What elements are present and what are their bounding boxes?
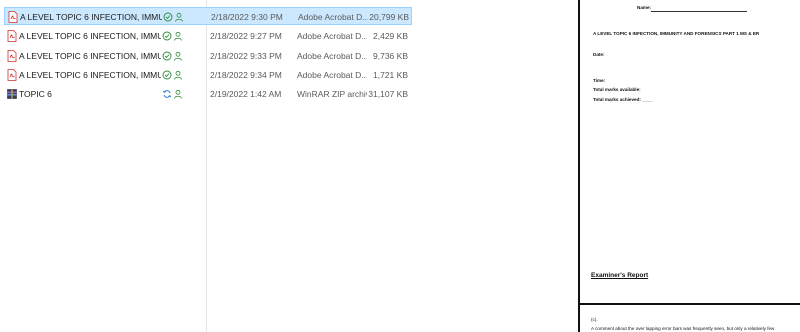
file-row[interactable]: A LEVEL TOPIC 6 INFECTION, IMMUNITY ... … xyxy=(4,7,412,25)
sync-status xyxy=(160,66,190,84)
file-name: A LEVEL TOPIC 6 INFECTION, IMMUNITY ... xyxy=(19,51,161,61)
shared-person-icon xyxy=(174,31,182,41)
date-label: Date: xyxy=(593,52,605,57)
examiners-report-heading: Examiner's Report xyxy=(591,272,649,279)
file-name: A LEVEL TOPIC 6 INFECTION, IMMUNITY ... xyxy=(19,31,161,41)
file-size: 31,107 KB xyxy=(368,89,408,99)
file-row[interactable]: TOPIC 6 2/19/2022 1:42 AM WinRAR ZIP arc… xyxy=(4,85,412,103)
date-modified: 2/18/2022 9:33 PM xyxy=(210,51,282,61)
sync-status xyxy=(160,27,190,45)
pdf-file-icon xyxy=(7,50,17,62)
date-modified: 2/18/2022 9:34 PM xyxy=(210,70,282,80)
sync-status xyxy=(161,8,191,26)
shared-person-icon xyxy=(174,70,182,80)
document-title: A LEVEL TOPIC 6 INFECTION, IMMUNITY AND … xyxy=(593,31,760,36)
file-name: A LEVEL TOPIC 6 INFECTION, IMMUNITY ... xyxy=(20,12,162,22)
time-label: Time: xyxy=(593,78,606,83)
file-row[interactable]: A LEVEL TOPIC 6 INFECTION, IMMUNITY ... … xyxy=(4,27,412,45)
file-name: TOPIC 6 xyxy=(19,89,52,99)
shared-person-icon xyxy=(175,12,183,22)
file-list: A LEVEL TOPIC 6 INFECTION, IMMUNITY ... … xyxy=(0,0,578,332)
shared-person-icon xyxy=(174,89,182,99)
synced-check-icon xyxy=(163,12,173,22)
file-row[interactable]: A LEVEL TOPIC 6 INFECTION, IMMUNITY ... … xyxy=(4,66,412,84)
date-modified: 2/19/2022 1:42 AM xyxy=(210,89,282,99)
synced-check-icon xyxy=(162,51,172,61)
preview-pane[interactable]: Name: A LEVEL TOPIC 6 INFECTION, IMMUNIT… xyxy=(578,0,800,332)
pdf-file-icon xyxy=(7,69,17,81)
synced-check-icon xyxy=(162,70,172,80)
name-underline xyxy=(651,11,747,12)
sync-status xyxy=(160,85,190,103)
file-size: 1,721 KB xyxy=(373,70,408,80)
shared-person-icon xyxy=(174,51,182,61)
sync-status xyxy=(160,47,190,65)
zip-archive-icon xyxy=(7,89,17,99)
total-marks-achieved: Total marks achieved: ____ xyxy=(593,97,653,102)
name-label: Name: xyxy=(637,5,652,10)
date-modified: 2/18/2022 9:30 PM xyxy=(211,12,283,22)
preview-border xyxy=(578,0,580,332)
synced-check-icon xyxy=(162,31,172,41)
total-marks-available: Total marks available: xyxy=(593,87,641,92)
file-size: 9,736 KB xyxy=(373,51,408,61)
page2-line: A comment about the over lapping error b… xyxy=(591,326,775,331)
explorer-window: A LEVEL TOPIC 6 INFECTION, IMMUNITY ... … xyxy=(0,0,800,332)
date-modified: 2/18/2022 9:27 PM xyxy=(210,31,282,41)
file-name: A LEVEL TOPIC 6 INFECTION, IMMUNITY ... xyxy=(19,70,161,80)
pdf-file-icon xyxy=(7,30,17,42)
pdf-file-icon xyxy=(8,11,18,23)
file-size: 20,799 KB xyxy=(369,12,409,22)
syncing-arrows-icon xyxy=(162,90,172,98)
file-row[interactable]: A LEVEL TOPIC 6 INFECTION, IMMUNITY ... … xyxy=(4,47,412,65)
page2-line: (c). xyxy=(591,317,598,322)
page-separator xyxy=(580,303,800,305)
file-size: 2,429 KB xyxy=(373,31,408,41)
